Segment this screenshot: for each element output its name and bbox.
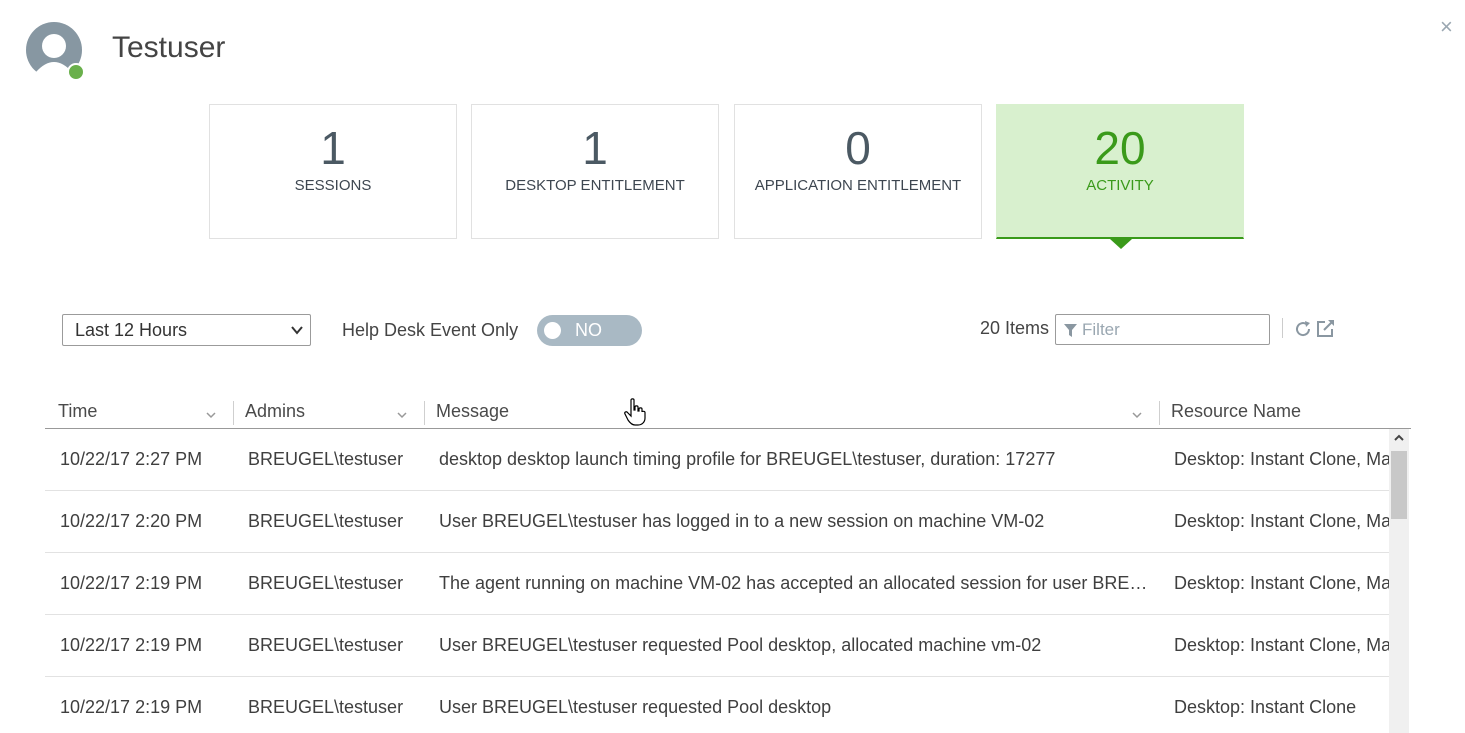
column-divider[interactable] — [424, 401, 425, 425]
user-avatar-icon — [26, 22, 85, 81]
online-status-icon — [67, 63, 85, 81]
cell-message: User BREUGEL\testuser has logged in to a… — [439, 511, 1045, 531]
sort-chevron-icon[interactable] — [397, 411, 407, 419]
activity-card[interactable]: 20 ACTIVITY — [996, 104, 1244, 249]
cell-resource: Desktop: Instant Clone, Ma — [1174, 635, 1389, 655]
cell-resource: Desktop: Instant Clone, Ma — [1174, 449, 1389, 469]
help-desk-toggle[interactable]: NO — [537, 315, 642, 346]
activity-count: 20 — [1094, 122, 1146, 174]
toggle-state: NO — [575, 320, 602, 340]
table-row[interactable]: 10/22/17 2:19 PM BREUGEL\testuser User B… — [45, 615, 1389, 677]
cell-resource: Desktop: Instant Clone, Ma — [1174, 573, 1389, 593]
scroll-thumb[interactable] — [1391, 451, 1407, 519]
table-row[interactable]: 10/22/17 2:19 PM BREUGEL\testuser The ag… — [45, 553, 1389, 615]
filter-icon — [1064, 324, 1077, 337]
scroll-up-icon[interactable] — [1393, 433, 1405, 443]
close-icon[interactable]: × — [1440, 16, 1453, 38]
cell-time: 10/22/17 2:20 PM — [60, 511, 203, 531]
col-resource-header[interactable]: Resource Name — [1171, 401, 1301, 422]
cell-admin: BREUGEL\testuser — [248, 635, 404, 655]
col-time-header[interactable]: Time — [58, 401, 97, 422]
time-range-select[interactable]: Last 12 Hours — [62, 314, 311, 346]
table-row[interactable]: 10/22/17 2:27 PM BREUGEL\testuser deskto… — [45, 429, 1389, 491]
cell-time: 10/22/17 2:19 PM — [60, 573, 203, 593]
table-scrollbar[interactable] — [1389, 429, 1409, 733]
toolbar-divider — [1282, 318, 1283, 338]
toggle-knob — [544, 322, 561, 339]
cell-time: 10/22/17 2:19 PM — [60, 635, 203, 655]
col-admins-header[interactable]: Admins — [245, 401, 305, 422]
hand-cursor-icon — [624, 398, 646, 426]
cell-admin: BREUGEL\testuser — [248, 511, 404, 531]
user-name-title: Testuser — [112, 31, 226, 64]
cell-admin: BREUGEL\testuser — [248, 573, 404, 593]
desktop-entitlement-count: 1 — [582, 122, 608, 174]
desktop-entitlement-label: DESKTOP ENTITLEMENT — [505, 177, 685, 194]
sort-chevron-icon[interactable] — [206, 411, 216, 419]
application-entitlement-count: 0 — [845, 122, 871, 174]
sort-chevron-icon[interactable] — [1132, 411, 1142, 419]
cell-time: 10/22/17 2:27 PM — [60, 449, 203, 469]
cell-message: desktop desktop launch timing profile fo… — [439, 449, 1056, 469]
items-count: 20 Items — [980, 318, 1050, 338]
filter-placeholder: Filter — [1082, 320, 1120, 339]
column-divider[interactable] — [1159, 401, 1160, 425]
table-row[interactable]: 10/22/17 2:20 PM BREUGEL\testuser User B… — [45, 491, 1389, 553]
sessions-label: SESSIONS — [294, 177, 372, 194]
desktop-entitlement-card[interactable]: 1 DESKTOP ENTITLEMENT — [471, 104, 719, 239]
table-row[interactable]: 10/22/17 2:19 PM BREUGEL\testuser User B… — [45, 677, 1389, 733]
table-body: 10/22/17 2:27 PM BREUGEL\testuser deskto… — [45, 429, 1389, 733]
refresh-icon[interactable] — [1294, 320, 1312, 338]
cell-message: The agent running on machine VM-02 has a… — [439, 573, 1148, 593]
cell-admin: BREUGEL\testuser — [248, 449, 404, 469]
filter-input[interactable]: Filter — [1055, 314, 1270, 345]
col-message-header[interactable]: Message — [436, 401, 509, 422]
application-entitlement-label: APPLICATION ENTITLEMENT — [754, 177, 962, 194]
activity-label: ACTIVITY — [1086, 177, 1154, 194]
cell-message: User BREUGEL\testuser requested Pool des… — [439, 697, 832, 717]
activity-table: Time Admins Message Resource Name 10/22/… — [45, 385, 1411, 733]
cell-resource: Desktop: Instant Clone, Ma — [1174, 511, 1389, 531]
sessions-card[interactable]: 1 SESSIONS — [209, 104, 457, 239]
application-entitlement-card[interactable]: 0 APPLICATION ENTITLEMENT — [734, 104, 982, 239]
export-icon[interactable] — [1316, 318, 1336, 338]
time-range-value: Last 12 Hours — [75, 320, 188, 340]
chevron-down-icon — [291, 326, 303, 335]
help-desk-label: Help Desk Event Only — [342, 320, 519, 340]
cell-resource: Desktop: Instant Clone — [1174, 697, 1357, 717]
sessions-count: 1 — [320, 122, 346, 174]
cell-admin: BREUGEL\testuser — [248, 697, 404, 717]
table-header: Time Admins Message Resource Name — [45, 385, 1411, 429]
cell-time: 10/22/17 2:19 PM — [60, 697, 203, 717]
active-card-pointer — [1110, 239, 1132, 249]
column-divider[interactable] — [233, 401, 234, 425]
cell-message: User BREUGEL\testuser requested Pool des… — [439, 635, 1042, 655]
